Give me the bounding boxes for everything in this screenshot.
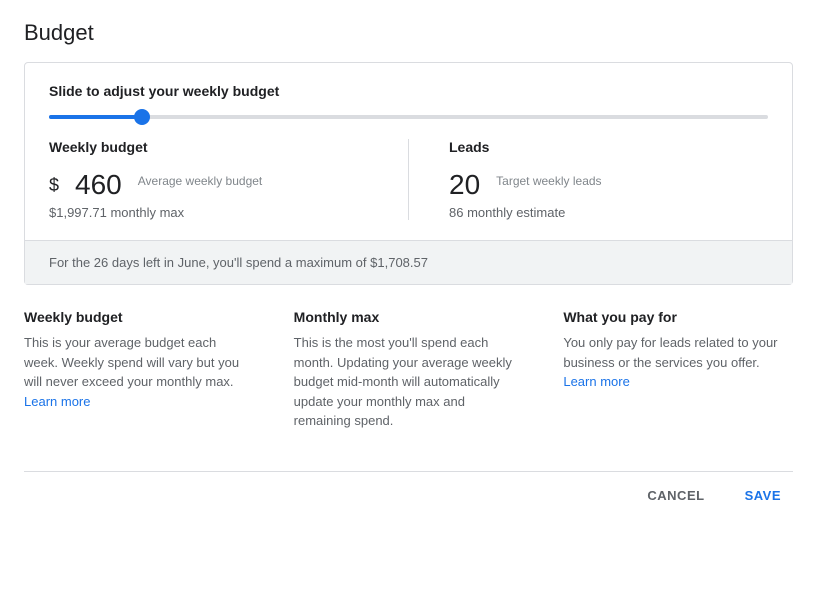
info-monthly-max: Monthly max This is the most you'll spen…: [294, 309, 524, 431]
weekly-budget-amount-row: $ 460 Average weekly budget: [49, 171, 368, 199]
currency-symbol: $: [49, 175, 59, 196]
info-weekly-budget-title: Weekly budget: [24, 309, 254, 325]
footer-buttons: CANCEL SAVE: [24, 471, 793, 511]
slider-thumb: [134, 109, 150, 125]
page-title: Budget: [24, 20, 793, 46]
weekly-budget-label: Average weekly budget: [138, 173, 263, 190]
leads-monthly-estimate: 86 monthly estimate: [449, 205, 768, 220]
weekly-budget-learn-more-link[interactable]: Learn more: [24, 394, 90, 409]
leads-amount-row: 20 Target weekly leads: [449, 171, 768, 199]
budget-card: Slide to adjust your weekly budget Weekl…: [24, 62, 793, 285]
leads-section: Leads 20 Target weekly leads 86 monthly …: [408, 139, 768, 220]
budget-leads-row: Weekly budget $ 460 Average weekly budge…: [49, 139, 768, 240]
weekly-budget-amount: 460: [75, 171, 122, 199]
save-button[interactable]: SAVE: [733, 480, 793, 511]
info-weekly-budget: Weekly budget This is your average budge…: [24, 309, 254, 431]
info-monthly-max-text: This is the most you'll spend each month…: [294, 333, 524, 431]
what-you-pay-learn-more-link[interactable]: Learn more: [563, 374, 629, 389]
info-weekly-budget-text: This is your average budget each week. W…: [24, 333, 254, 411]
weekly-budget-heading: Weekly budget: [49, 139, 368, 155]
info-what-you-pay-text: You only pay for leads related to your b…: [563, 333, 793, 392]
monthly-max: $1,997.71 monthly max: [49, 205, 368, 220]
budget-slider[interactable]: [49, 115, 768, 119]
slider-fill: [49, 115, 142, 119]
info-monthly-max-title: Monthly max: [294, 309, 524, 325]
info-what-you-pay-title: What you pay for: [563, 309, 793, 325]
leads-label: Target weekly leads: [496, 173, 601, 190]
info-what-you-pay-text-part1: You only pay for leads related to your b…: [563, 335, 777, 370]
leads-heading: Leads: [449, 139, 768, 155]
slider-track: [49, 115, 768, 119]
notice-bar: For the 26 days left in June, you'll spe…: [25, 240, 792, 284]
weekly-budget-section: Weekly budget $ 460 Average weekly budge…: [49, 139, 368, 220]
leads-amount: 20: [449, 171, 480, 199]
info-section: Weekly budget This is your average budge…: [24, 309, 793, 431]
cancel-button[interactable]: CANCEL: [635, 480, 716, 511]
info-what-you-pay: What you pay for You only pay for leads …: [563, 309, 793, 431]
info-weekly-budget-text-part1: This is your average budget each week. W…: [24, 335, 239, 389]
slider-label: Slide to adjust your weekly budget: [49, 83, 768, 99]
